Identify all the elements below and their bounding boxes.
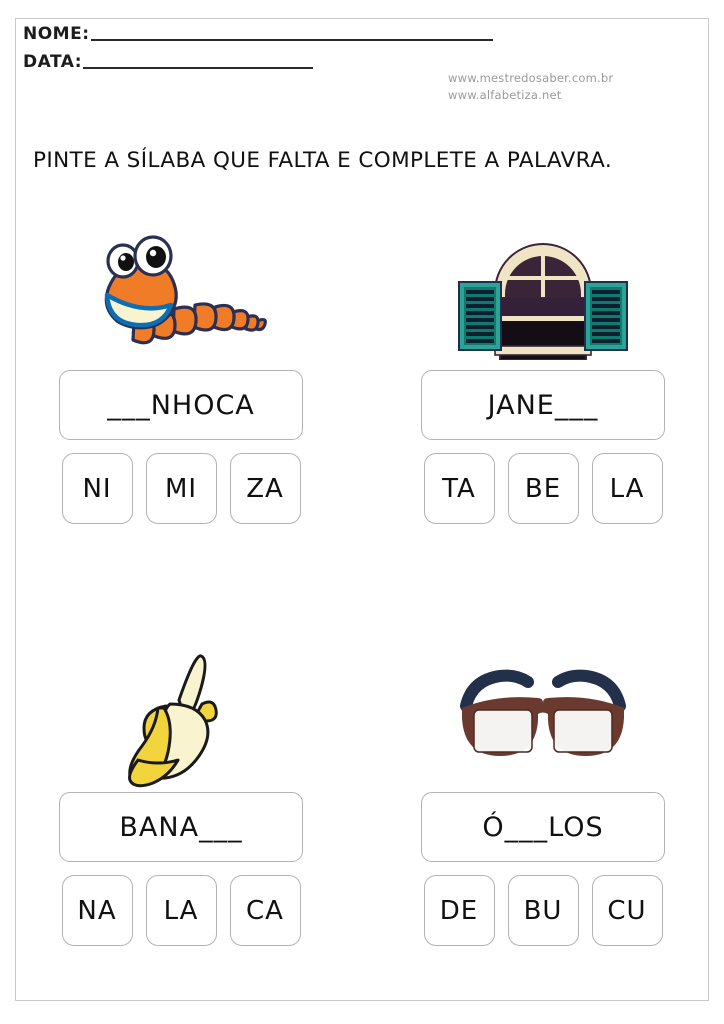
word-box[interactable]: ___NHOCA (59, 370, 303, 440)
exercise-row-2: BANA___ NA LA CA Ó___LOS DE BU CU (0, 642, 724, 946)
word-text: Ó___LOS (482, 811, 604, 843)
syllable-option[interactable]: BE (507, 453, 579, 524)
syllable-label: ZA (246, 473, 284, 504)
name-field-row: NOME: (23, 26, 493, 43)
syllable-label: NI (82, 473, 112, 504)
syllable-label: DE (439, 895, 479, 926)
syllable-option[interactable]: BU (507, 875, 579, 946)
syllable-option[interactable]: CU (591, 875, 663, 946)
syllable-label: LA (163, 895, 199, 926)
syllable-label: CU (607, 895, 647, 926)
name-label: NOME: (23, 24, 90, 44)
date-field-row: DATA: (23, 54, 313, 71)
word-text: ___NHOCA (107, 389, 255, 421)
syllable-option[interactable]: CA (229, 875, 301, 946)
instruction-text: PINTE A SÍLABA QUE FALTA E COMPLETE A PA… (33, 148, 613, 173)
syllable-label: CA (246, 895, 284, 926)
syllable-option[interactable]: TA (423, 453, 495, 524)
word-box[interactable]: BANA___ (59, 792, 303, 862)
word-box[interactable]: Ó___LOS (421, 792, 665, 862)
syllable-option[interactable]: NA (61, 875, 133, 946)
syllable-option[interactable]: LA (145, 875, 217, 946)
syllable-option[interactable]: MI (145, 453, 217, 524)
word-text: BANA___ (119, 811, 243, 843)
worksheet-header: NOME: DATA: www.mestredosaber.com.br www… (23, 18, 673, 102)
exercise-grid: ___NHOCA NI MI ZA JANE___ TA BE LA BANA_… (0, 210, 724, 946)
syllable-option[interactable]: NI (61, 453, 133, 524)
syllable-options: TA BE LA (423, 453, 663, 524)
word-box[interactable]: JANE___ (421, 370, 665, 440)
name-write-line[interactable] (90, 39, 493, 41)
syllable-label: MI (164, 473, 198, 504)
exercise-minhoca: ___NHOCA NI MI ZA (0, 210, 362, 524)
word-text: JANE___ (487, 389, 599, 421)
glasses-illustration (418, 642, 668, 792)
syllable-label: TA (442, 473, 476, 504)
syllable-option[interactable]: ZA (229, 453, 301, 524)
syllable-label: BU (523, 895, 563, 926)
syllable-options: NA LA CA (61, 875, 301, 946)
exercise-janela: JANE___ TA BE LA (362, 210, 724, 524)
website-url-secondary: www.alfabetiza.net (448, 87, 562, 102)
syllable-options: DE BU CU (423, 875, 663, 946)
syllable-options: NI MI ZA (61, 453, 301, 524)
website-url-primary: www.mestredosaber.com.br (448, 71, 614, 85)
syllable-label: BE (524, 473, 562, 504)
exercise-row-1: ___NHOCA NI MI ZA JANE___ TA BE LA (0, 210, 724, 524)
syllable-label: LA (609, 473, 645, 504)
window-illustration (418, 210, 668, 370)
syllable-option[interactable]: DE (423, 875, 495, 946)
row-spacer (0, 524, 724, 642)
banana-illustration (56, 642, 306, 792)
website-credits: www.mestredosaber.com.br www.alfabetiza.… (448, 70, 668, 103)
syllable-option[interactable]: LA (591, 453, 663, 524)
exercise-banana: BANA___ NA LA CA (0, 642, 362, 946)
exercise-oculos: Ó___LOS DE BU CU (362, 642, 724, 946)
syllable-label: NA (77, 895, 117, 926)
date-write-line[interactable] (83, 67, 313, 69)
worm-illustration (56, 210, 306, 370)
date-label: DATA: (23, 52, 82, 72)
